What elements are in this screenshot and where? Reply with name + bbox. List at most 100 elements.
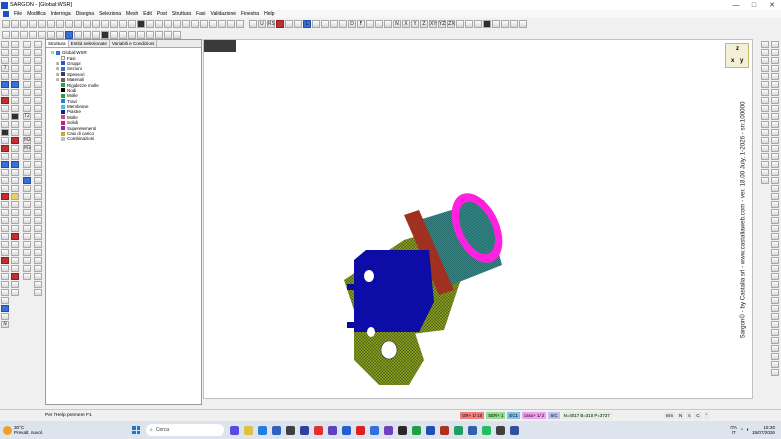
rtool2-al-icon[interactable] bbox=[771, 337, 779, 344]
rtool2-t-icon[interactable] bbox=[771, 193, 779, 200]
tool4-n-icon[interactable] bbox=[34, 145, 42, 152]
tool3-m2-button[interactable]: M2 bbox=[23, 137, 31, 144]
rtool2-r-icon[interactable] bbox=[771, 177, 779, 184]
tool3-b-icon[interactable] bbox=[23, 49, 31, 56]
clock[interactable]: 15:30 15/07/2026 bbox=[752, 425, 775, 436]
tool3-o-icon[interactable] bbox=[23, 177, 31, 184]
pan-icon[interactable] bbox=[101, 19, 109, 28]
rtool2-ai-icon[interactable] bbox=[771, 313, 779, 320]
tool-u-icon[interactable] bbox=[1, 209, 9, 216]
tool3-y-icon[interactable] bbox=[23, 257, 31, 264]
zoom2-out-icon[interactable] bbox=[137, 30, 145, 39]
app-icon-21[interactable] bbox=[510, 425, 519, 435]
tool3-p-icon[interactable] bbox=[23, 185, 31, 192]
tool-ah-icon[interactable] bbox=[1, 313, 9, 320]
view-yz-button[interactable]: YZ bbox=[438, 19, 446, 28]
perspective-icon[interactable] bbox=[465, 19, 473, 28]
tool-w-icon[interactable] bbox=[1, 225, 9, 232]
tool2-v-icon[interactable] bbox=[11, 209, 19, 216]
tool2-t-icon[interactable] bbox=[11, 193, 19, 200]
tool4-m-icon[interactable] bbox=[34, 137, 42, 144]
rtool2-y-icon[interactable] bbox=[771, 233, 779, 240]
tool3-x-icon[interactable] bbox=[23, 249, 31, 256]
orbit-icon[interactable] bbox=[110, 30, 118, 39]
tool3-c-icon[interactable] bbox=[23, 57, 31, 64]
tool-g-icon[interactable] bbox=[1, 97, 9, 104]
zoom-in-icon[interactable] bbox=[110, 19, 118, 28]
wire-icon[interactable] bbox=[92, 30, 100, 39]
tool4-e-icon[interactable] bbox=[34, 73, 42, 80]
tool2-n-icon[interactable] bbox=[11, 145, 19, 152]
app-icon-17[interactable] bbox=[454, 425, 463, 435]
new-icon[interactable] bbox=[2, 19, 10, 28]
rtool2-ag-icon[interactable] bbox=[771, 297, 779, 304]
rtool2-a-icon[interactable] bbox=[771, 41, 779, 48]
arrow-icon[interactable] bbox=[312, 19, 320, 28]
app-icon-8[interactable] bbox=[328, 425, 337, 435]
select-icon[interactable] bbox=[92, 19, 100, 28]
wifi-icon[interactable]: ◔ bbox=[740, 427, 743, 433]
mirror-icon[interactable] bbox=[285, 19, 293, 28]
tool4-af-icon[interactable] bbox=[34, 289, 42, 296]
rtool-r-icon[interactable] bbox=[761, 177, 769, 184]
zoom3-icon[interactable] bbox=[146, 30, 154, 39]
tool4-d-icon[interactable] bbox=[34, 65, 42, 72]
unit-badge[interactable]: mm bbox=[663, 412, 676, 419]
tool-n-icon[interactable] bbox=[1, 153, 9, 160]
shade-icon[interactable] bbox=[366, 19, 374, 28]
tool4-v-icon[interactable] bbox=[34, 209, 42, 216]
view-x-button[interactable]: X bbox=[402, 19, 410, 28]
status-badge[interactable]: N=4017 B=310 P=3737 bbox=[561, 412, 612, 419]
rtool-q-icon[interactable] bbox=[761, 169, 769, 176]
rtool2-l-icon[interactable] bbox=[771, 129, 779, 136]
app-icon-13[interactable] bbox=[398, 425, 407, 435]
rtool-l-icon[interactable] bbox=[761, 129, 769, 136]
tool-ae-icon[interactable] bbox=[1, 289, 9, 296]
tool2-e-icon[interactable] bbox=[11, 73, 19, 80]
tool2-w-icon[interactable] bbox=[11, 217, 19, 224]
tool-c-icon[interactable] bbox=[1, 57, 9, 64]
tab-struttura[interactable]: Struttura bbox=[46, 40, 69, 47]
snap-icon[interactable] bbox=[191, 19, 199, 28]
tool4-p-icon[interactable] bbox=[34, 161, 42, 168]
rtool2-z-icon[interactable] bbox=[771, 241, 779, 248]
tool4-z-icon[interactable] bbox=[34, 241, 42, 248]
tool-e-icon[interactable] bbox=[1, 81, 9, 88]
tool-r-icon[interactable] bbox=[1, 185, 9, 192]
app-icon-6[interactable] bbox=[300, 425, 309, 435]
tool2-h-icon[interactable] bbox=[11, 97, 19, 104]
measure-icon[interactable] bbox=[182, 19, 190, 28]
app-icon-4[interactable] bbox=[272, 425, 281, 435]
tab-entita-selezionate[interactable]: Entità selezionate bbox=[69, 40, 110, 47]
rtool2-af-icon[interactable] bbox=[771, 289, 779, 296]
tool4-b-icon[interactable] bbox=[34, 49, 42, 56]
tool4-ab-icon[interactable] bbox=[34, 257, 42, 264]
unit-badge[interactable]: ° bbox=[703, 412, 710, 419]
tool-k-icon[interactable] bbox=[1, 129, 9, 136]
pan2-icon[interactable] bbox=[101, 30, 109, 39]
teams-icon[interactable] bbox=[384, 425, 393, 435]
tool2-f-icon[interactable] bbox=[11, 81, 19, 88]
unit-badge[interactable]: s bbox=[686, 412, 693, 419]
hide-icon[interactable] bbox=[74, 30, 82, 39]
tool4-s-icon[interactable] bbox=[34, 185, 42, 192]
tool-d-icon[interactable] bbox=[1, 73, 9, 80]
tab-variabili-condizioni[interactable]: Variabili e Condizioni bbox=[110, 40, 158, 47]
rtool2-ak-icon[interactable] bbox=[771, 329, 779, 336]
cylinder-icon[interactable] bbox=[375, 19, 383, 28]
tool2-d-icon[interactable] bbox=[11, 65, 19, 72]
tool-y-icon[interactable] bbox=[1, 241, 9, 248]
chrome-icon[interactable] bbox=[314, 425, 323, 435]
tool2-ad-icon[interactable] bbox=[11, 273, 19, 280]
menu-struttura[interactable]: Struttura bbox=[172, 11, 191, 17]
tool2-ab-icon[interactable] bbox=[11, 257, 19, 264]
tool2-z-icon[interactable] bbox=[11, 241, 19, 248]
close-button[interactable]: ✕ bbox=[763, 0, 781, 10]
tool4-aa-icon[interactable] bbox=[34, 249, 42, 256]
node-icon[interactable] bbox=[200, 19, 208, 28]
tool3-q-icon[interactable] bbox=[23, 193, 31, 200]
delete-icon[interactable] bbox=[276, 19, 284, 28]
tool4-y-icon[interactable] bbox=[34, 233, 42, 240]
view-u-button[interactable]: U bbox=[258, 19, 266, 28]
n-button[interactable]: N bbox=[393, 19, 401, 28]
